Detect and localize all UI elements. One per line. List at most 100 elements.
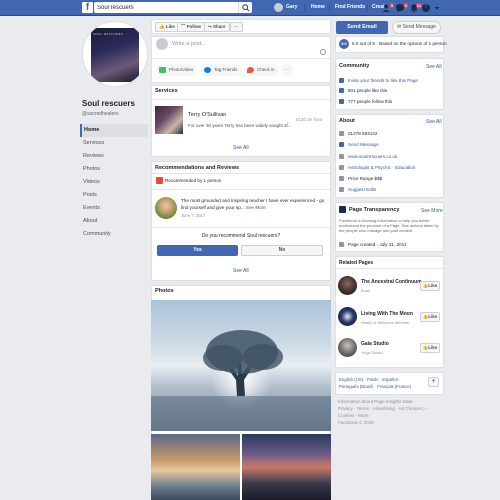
transparency-title: Page Transparency: [349, 207, 400, 213]
page-handle[interactable]: @sacredhealers: [82, 111, 118, 117]
about-website-link[interactable]: www.soulrescuers.co.uk: [348, 154, 397, 159]
related-name-moon[interactable]: Living With The Moon: [361, 311, 413, 317]
tag-friends-button[interactable]: Tag Friends: [201, 64, 242, 76]
photo-video-button[interactable]: Photo/Video: [156, 64, 198, 76]
recommend-no-button[interactable]: No: [241, 245, 323, 256]
footer-links-more[interactable]: Cookies · More ·: [338, 413, 371, 418]
search-icon: [242, 4, 250, 12]
friend-requests-icon[interactable]: 5: [381, 3, 394, 13]
photo-beach-sunset[interactable]: [151, 434, 240, 500]
related-like-button-moon[interactable]: 👍Like: [420, 312, 440, 322]
service-description: For over 30 years Terry has been widely …: [188, 123, 292, 128]
left-nav-videos[interactable]: Videos: [80, 176, 148, 189]
invite-friends-link[interactable]: Invite your friends to like this Page: [348, 78, 418, 83]
nav-divider: [329, 4, 330, 12]
related-like-label: Like: [428, 314, 438, 319]
left-nav-photos[interactable]: Photos: [80, 163, 148, 176]
tree-silhouette: [151, 330, 331, 431]
search-input[interactable]: [94, 2, 234, 13]
left-nav-events[interactable]: Events: [80, 202, 148, 215]
review-see-more-link[interactable]: See More: [246, 205, 266, 210]
related-name-gaia[interactable]: Gaia Studio: [361, 341, 389, 347]
related-name-ancestral[interactable]: The Ancestral Continuum: [361, 279, 422, 285]
check-in-button[interactable]: Check in: [244, 64, 279, 76]
recommend-yes-button[interactable]: Yes: [157, 245, 238, 256]
photo-rocky-shore[interactable]: [242, 434, 331, 500]
about-see-all-link[interactable]: See All: [426, 119, 442, 125]
footer-copyright: Facebook © 2019: [338, 420, 374, 425]
suggest-edits-link[interactable]: Suggest Edits: [348, 187, 376, 192]
related-divider: [336, 268, 443, 269]
globe-icon: [339, 154, 344, 159]
thumbs-up-icon: [339, 88, 344, 93]
page-title: Soul rescuers: [82, 99, 135, 108]
messenger-badge: 3: [403, 3, 408, 8]
about-categories[interactable]: Astrologist & Psychic · Education: [348, 165, 415, 170]
related-like-button-gaia[interactable]: 👍Like: [420, 343, 440, 353]
follow-button[interactable]: ⌒ Follow: [177, 22, 206, 32]
languages-line-2[interactable]: Português (Brasil) · Français (France): [339, 384, 411, 389]
nav-profile-name[interactable]: Gary: [286, 4, 297, 10]
help-icon[interactable]: ?: [421, 3, 431, 13]
add-language-button[interactable]: +: [428, 377, 439, 387]
services-see-all-link[interactable]: See All: [233, 145, 249, 151]
messenger-icon: [339, 142, 344, 147]
nav-home[interactable]: Home: [311, 4, 325, 10]
reviewer-avatar[interactable]: [155, 197, 177, 219]
services-divider: [152, 99, 330, 100]
facebook-logo[interactable]: f: [82, 2, 93, 13]
related-avatar-gaia[interactable]: [338, 338, 357, 357]
reviews-title: Recommendations and Reviews: [155, 165, 240, 171]
review-date[interactable]: June 7, 2017: [181, 213, 205, 218]
follow-button-label: Follow: [186, 24, 202, 29]
footer-insights-link[interactable]: Information about Page Insights Data: [338, 399, 412, 404]
emoji-icon[interactable]: [320, 49, 326, 55]
send-message-button[interactable]: ✉ Send Message: [392, 21, 441, 34]
share-button[interactable]: ↪ Share: [204, 22, 230, 32]
search-button[interactable]: [238, 2, 252, 13]
like-button[interactable]: 👍 Like: [155, 22, 179, 32]
price-icon: [339, 176, 344, 181]
photo-tree[interactable]: [151, 300, 331, 431]
about-price-range: Price Range $$$: [348, 176, 383, 181]
top-navigation-bar: f Gary Home Find Friends Create 5 3 11 ?: [0, 0, 500, 16]
photo-video-label: Photo/Video: [169, 67, 194, 72]
rating-text[interactable]: 5.0 out of 5 · Based on the opinion of 1…: [352, 41, 447, 46]
service-price: £120 an hour: [296, 117, 323, 122]
left-nav-home[interactable]: Home: [80, 124, 148, 137]
user-avatar[interactable]: [274, 3, 283, 12]
languages-line-1[interactable]: English (US) · Polski · Español ·: [339, 377, 400, 382]
recommended-count: Recommended by 1 person: [165, 178, 222, 183]
service-title[interactable]: Terry O'Sullivan: [188, 112, 226, 118]
notifications-icon[interactable]: 11: [409, 3, 422, 13]
tag-friends-icon: [204, 67, 211, 73]
search-box: [94, 2, 252, 13]
related-like-label: Like: [428, 283, 438, 288]
nav-find-friends[interactable]: Find Friends: [335, 4, 365, 10]
left-nav-posts[interactable]: Posts: [80, 189, 148, 202]
related-like-label: Like: [428, 345, 438, 350]
transparency-see-more-link[interactable]: See More: [421, 208, 443, 214]
more-actions-button[interactable]: ···: [230, 22, 243, 32]
share-icon: ↪: [208, 24, 212, 29]
like-button-label: Like: [165, 24, 175, 29]
related-like-button-ancestral[interactable]: 👍Like: [420, 281, 440, 291]
footer-links[interactable]: Privacy · Terms · Advertising · Ad Choic…: [338, 406, 429, 412]
related-avatar-ancestral[interactable]: [338, 276, 357, 295]
write-post-input[interactable]: Write a post...: [172, 41, 206, 47]
community-see-all-link[interactable]: See All: [426, 64, 442, 70]
account-dropdown-icon[interactable]: [434, 3, 440, 13]
messenger-icon[interactable]: 3: [395, 3, 408, 13]
about-send-message-link[interactable]: Send Message: [348, 142, 379, 147]
left-nav-services[interactable]: Services: [80, 137, 148, 150]
service-image[interactable]: [155, 106, 183, 134]
reviews-see-all-link[interactable]: See All: [233, 268, 249, 274]
about-phone[interactable]: 01278 653142: [348, 131, 377, 136]
left-nav-about[interactable]: About: [80, 215, 148, 228]
composer-more-button[interactable]: ···: [281, 64, 294, 76]
send-email-button[interactable]: Send Email: [336, 21, 388, 34]
profile-picture[interactable]: SOUL RESCUERS: [82, 21, 148, 87]
related-avatar-moon[interactable]: [338, 307, 357, 326]
left-nav-reviews[interactable]: Reviews: [80, 150, 148, 163]
tag-friends-label: Tag Friends: [214, 67, 238, 72]
